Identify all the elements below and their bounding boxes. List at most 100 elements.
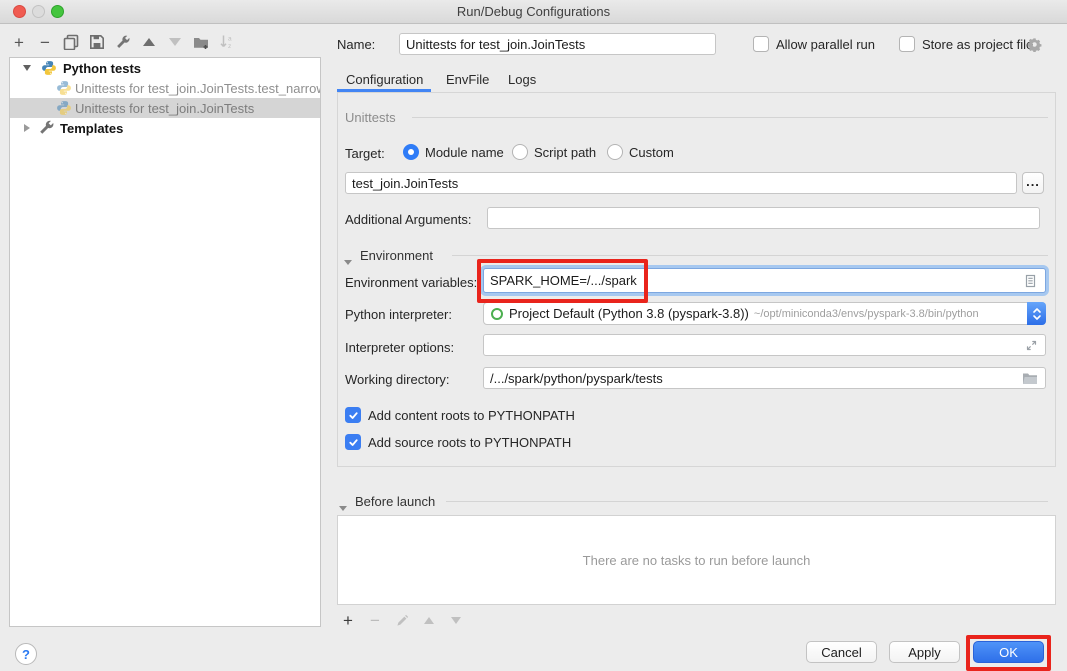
empty-tasks-message: There are no tasks to run before launch [583, 553, 811, 568]
tree-item-label: Python tests [63, 61, 141, 76]
add-content-roots-checkbox[interactable]: Add content roots to PYTHONPATH [345, 407, 575, 423]
edit-environment-variables-button[interactable] [1022, 273, 1038, 289]
interpreter-options-input[interactable] [483, 334, 1046, 356]
environment-section-toggle[interactable] [344, 252, 352, 270]
section-divider [412, 117, 1048, 118]
run-debug-configurations-dialog: Run/Debug Configurations + − a z [0, 0, 1067, 671]
working-directory-input[interactable] [483, 367, 1046, 389]
store-as-project-file-label: Store as project file [922, 37, 1033, 52]
store-as-project-file-checkbox[interactable]: Store as project file [899, 36, 1033, 52]
copy-configuration-button[interactable] [60, 31, 82, 53]
add-source-roots-checkbox[interactable]: Add source roots to PYTHONPATH [345, 434, 571, 450]
sort-configurations-button[interactable]: a z [216, 31, 238, 53]
sort-icon: a z [219, 34, 235, 50]
target-script-path-radio[interactable]: Script path [512, 144, 596, 160]
tree-item-templates[interactable]: Templates [10, 118, 320, 138]
interpreter-path: ~/opt/miniconda3/envs/pyspark-3.8/bin/py… [754, 308, 979, 320]
module-name-input[interactable] [345, 172, 1017, 194]
store-settings-gear-button[interactable] [1027, 37, 1042, 57]
svg-text:z: z [228, 43, 231, 50]
expand-interpreter-options-button[interactable] [1024, 338, 1038, 352]
new-folder-icon [193, 35, 210, 50]
target-label: Target: [345, 146, 385, 161]
move-down-button[interactable] [164, 31, 186, 53]
python-icon [56, 80, 72, 96]
add-task-button[interactable]: + [337, 609, 359, 631]
target-module-name-radio[interactable]: Module name [403, 144, 504, 160]
arrow-down-icon [169, 38, 181, 46]
gear-icon [1027, 37, 1042, 52]
section-divider [446, 501, 1048, 502]
move-up-button[interactable] [138, 31, 160, 53]
radio-selected-icon [403, 144, 419, 160]
checkbox-unchecked-icon [899, 36, 915, 52]
name-label: Name: [337, 37, 375, 52]
additional-arguments-label: Additional Arguments: [345, 212, 471, 227]
move-task-down-button[interactable] [445, 609, 467, 631]
title-bar: Run/Debug Configurations [0, 0, 1067, 24]
remove-configuration-button[interactable]: − [34, 31, 56, 53]
interpreter-dropdown-stepper[interactable] [1027, 302, 1046, 325]
save-configuration-button[interactable] [86, 31, 108, 53]
environment-variables-input[interactable] [483, 268, 1046, 293]
allow-parallel-run-checkbox[interactable]: Allow parallel run [753, 36, 875, 52]
svg-text:a: a [228, 36, 232, 43]
expander-right-icon [24, 124, 30, 132]
collapse-icon [339, 506, 347, 511]
ok-button[interactable]: OK [973, 641, 1044, 663]
python-interpreter-label: Python interpreter: [345, 307, 452, 322]
variables-list-icon [1023, 274, 1037, 288]
browse-module-button[interactable]: ... [1022, 172, 1044, 194]
create-folder-button[interactable] [190, 31, 212, 53]
configurations-tree: Python tests Unittests for test_join.Joi… [9, 57, 321, 627]
save-icon [89, 34, 105, 50]
tab-envfile[interactable]: EnvFile [446, 72, 489, 87]
tree-item-unittests-test-narrow[interactable]: Unittests for test_join.JoinTests.test_n… [10, 78, 320, 98]
minus-icon: − [370, 612, 380, 629]
radio-unselected-icon [607, 144, 623, 160]
before-launch-toolbar: + − [337, 609, 467, 631]
tree-item-python-tests[interactable]: Python tests [10, 58, 320, 78]
checkbox-checked-icon [345, 407, 361, 423]
remove-task-button[interactable]: − [364, 609, 386, 631]
section-divider [452, 255, 1048, 256]
tree-item-label: Templates [60, 121, 123, 136]
checkbox-unchecked-icon [753, 36, 769, 52]
cancel-button[interactable]: Cancel [806, 641, 877, 663]
wrench-icon [39, 120, 55, 136]
environment-variables-label: Environment variables: [345, 275, 477, 290]
environment-section-label: Environment [360, 248, 433, 263]
tab-configuration[interactable]: Configuration [346, 72, 423, 87]
edit-templates-button[interactable] [112, 31, 134, 53]
arrow-up-icon [143, 38, 155, 46]
expand-icon [1025, 339, 1038, 352]
python-icon [56, 100, 72, 116]
before-launch-section-toggle[interactable] [339, 498, 347, 516]
tab-logs[interactable]: Logs [508, 72, 536, 87]
collapse-icon [344, 260, 352, 265]
arrow-up-icon [424, 617, 434, 624]
move-task-up-button[interactable] [418, 609, 440, 631]
minus-icon: − [40, 34, 50, 51]
allow-parallel-run-label: Allow parallel run [776, 37, 875, 52]
edit-task-button[interactable] [391, 609, 413, 631]
python-icon [41, 60, 57, 76]
plus-icon: + [14, 34, 24, 51]
checkbox-checked-icon [345, 434, 361, 450]
question-icon: ? [22, 647, 30, 662]
python-interpreter-select[interactable]: Project Default (Python 3.8 (pyspark-3.8… [483, 302, 1046, 325]
help-button[interactable]: ? [15, 643, 37, 665]
target-custom-radio[interactable]: Custom [607, 144, 674, 160]
additional-arguments-input[interactable] [487, 207, 1040, 229]
unittests-section-label: Unittests [345, 110, 396, 125]
add-configuration-button[interactable]: + [8, 31, 30, 53]
browse-working-directory-button[interactable] [1021, 371, 1038, 385]
name-input[interactable] [399, 33, 716, 55]
tree-item-label: Unittests for test_join.JoinTests [75, 101, 254, 116]
tree-item-label: Unittests for test_join.JoinTests.test_n… [75, 81, 320, 96]
wrench-icon [116, 35, 131, 50]
before-launch-section-label: Before launch [355, 494, 435, 509]
arrow-down-icon [451, 617, 461, 624]
tree-item-unittests-jointests[interactable]: Unittests for test_join.JoinTests [10, 98, 320, 118]
apply-button[interactable]: Apply [889, 641, 960, 663]
